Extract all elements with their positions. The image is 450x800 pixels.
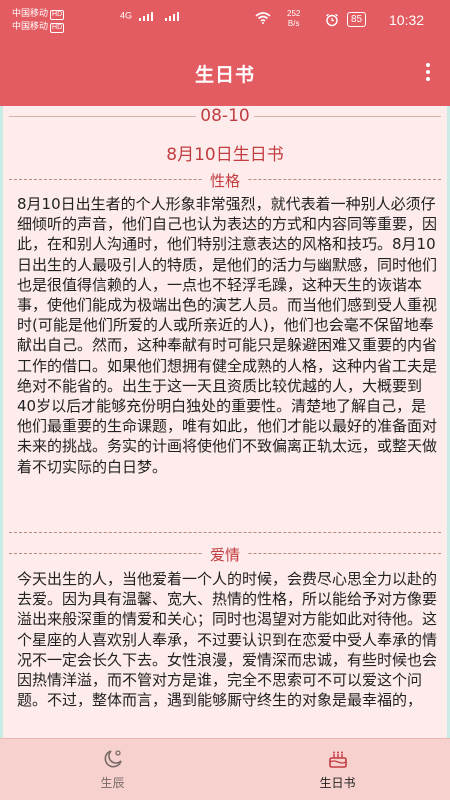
carrier-1: 中国移动 (12, 8, 49, 18)
birthday-book-content[interactable]: 08-10 8月10日生日书 性格 8月10日出生者的个人形象非常强烈，就代表着… (0, 106, 450, 738)
nav-label-birthday-book: 生日书 (319, 776, 356, 790)
signal-text: 4G (120, 10, 133, 21)
clock: 10:32 (389, 12, 425, 28)
battery-indicator: 85 (347, 12, 367, 27)
alarm-icon (326, 13, 338, 27)
nav-item-shengchen[interactable]: 生辰 (0, 739, 225, 800)
speed-unit: B/s (287, 19, 300, 28)
birthday-cake-icon (328, 751, 347, 768)
section-divider (9, 532, 441, 533)
wifi-icon (255, 12, 271, 24)
moon-sun-icon (104, 750, 122, 768)
bottom-navigation: 生辰 生日书 (0, 738, 450, 800)
carrier-info: 中国移动 HD 中国移动 HD (12, 7, 65, 33)
section-personality-label: 性格 (201, 172, 248, 190)
signal-label: 4G (120, 10, 215, 22)
nav-item-birthday-book[interactable]: 生日书 (225, 739, 450, 800)
speed-value: 252 (287, 9, 301, 18)
network-speed: 252 B/s (287, 9, 300, 29)
more-vertical-icon[interactable] (420, 60, 436, 86)
content-heading: 8月10日生日书 (166, 145, 284, 165)
status-bar: 中国移动 HD 中国移动 HD 4G 252 B/s 85 10:32 (0, 0, 450, 40)
date-code-text: 08-10 (196, 106, 254, 126)
date-code: 08-10 (3, 106, 447, 126)
personality-text: 8月10日出生者的个人形象非常强烈，就代表着一种别人必须仔细倾听的声音，他们自己… (17, 195, 438, 476)
section-heading-personality: 性格 (9, 170, 441, 191)
hd-badge-2: HD (50, 23, 65, 33)
app-bar: 生日书 (0, 40, 450, 106)
nav-label-shengchen: 生辰 (100, 776, 125, 790)
love-text: 今天出生的人，当他爱着一个人的时候，会费尽心思全力以赴的去爱。因为具有温馨、宽大… (17, 570, 438, 710)
page-title: 生日书 (194, 64, 255, 86)
section-heading-love: 爱情 (9, 544, 441, 565)
hd-badge: HD (50, 10, 65, 20)
section-love-label: 爱情 (201, 546, 248, 564)
signal-bars-icon (138, 12, 179, 21)
carrier-2: 中国移动 (12, 21, 49, 31)
